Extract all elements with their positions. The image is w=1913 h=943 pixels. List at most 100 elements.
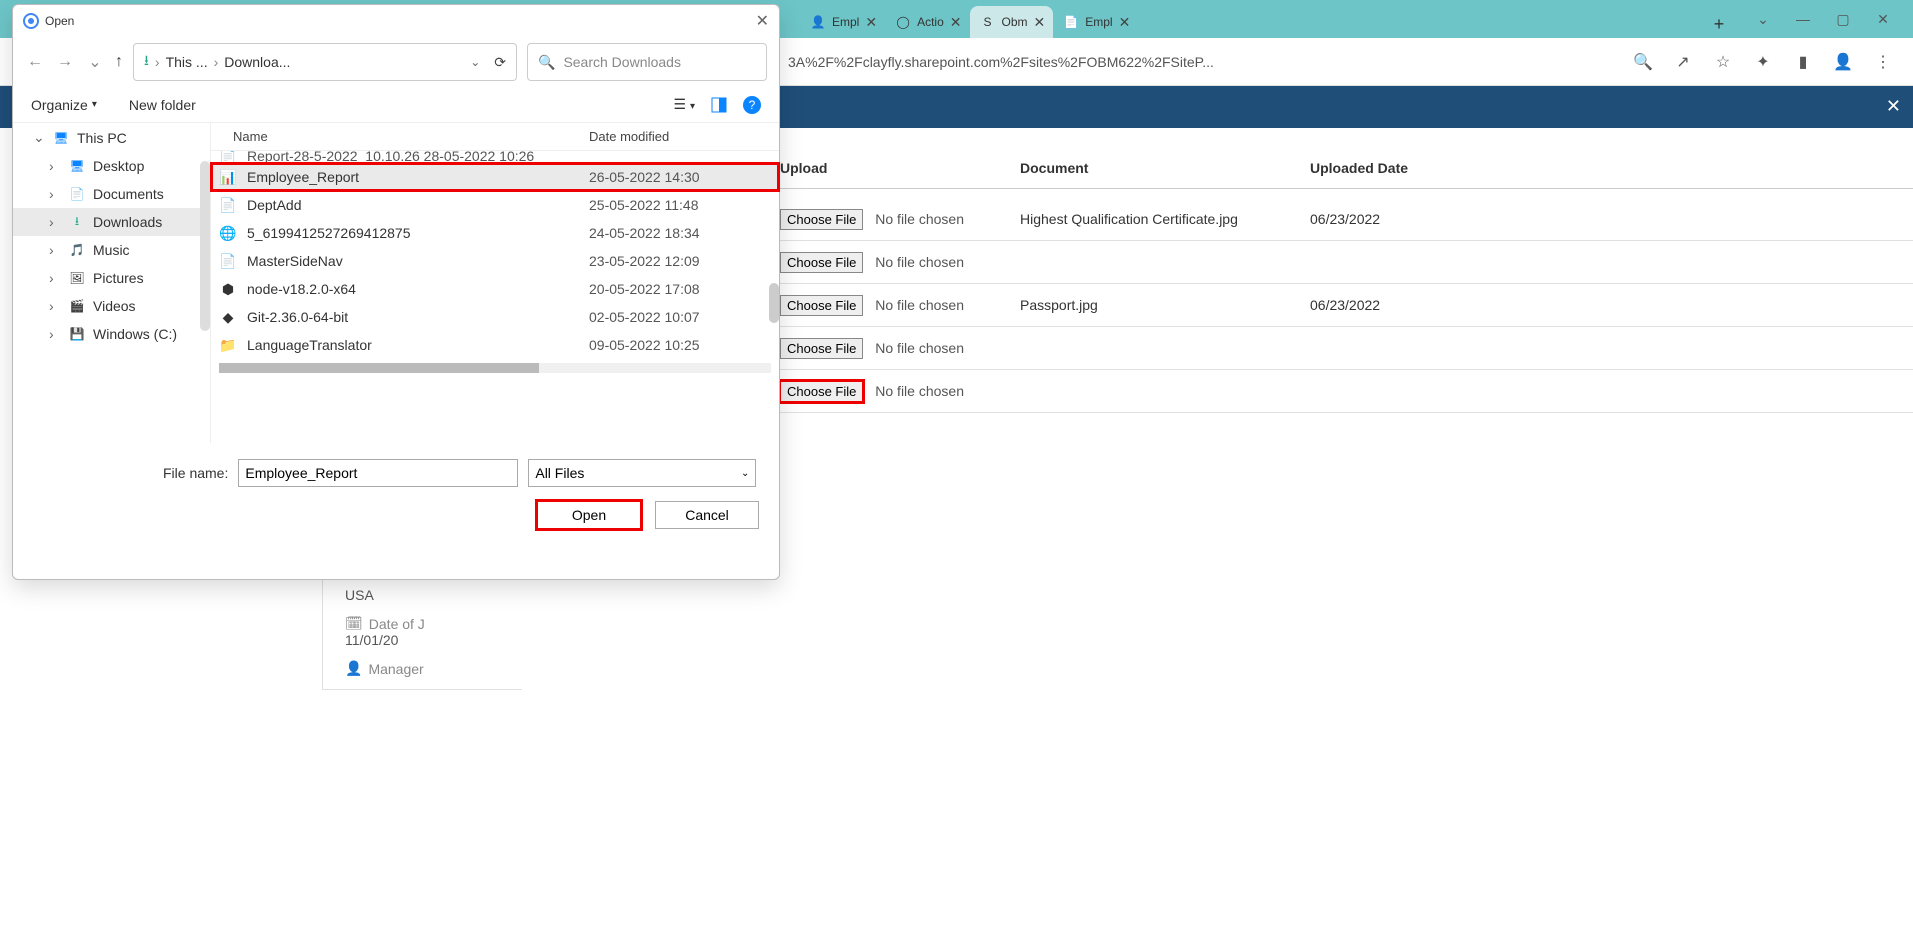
downloads-icon: ⭳ (69, 214, 85, 230)
sidebar-item-label: Pictures (93, 270, 202, 286)
horizontal-scrollbar[interactable] (219, 363, 771, 373)
document-name: Passport.jpg (1020, 297, 1310, 313)
node-icon: ⬢ (219, 280, 237, 298)
new-tab-button[interactable]: + (1705, 10, 1733, 38)
nav-forward-button[interactable]: → (55, 53, 75, 71)
menu-icon[interactable]: ⋮ (1873, 52, 1893, 72)
help-icon[interactable]: ? (743, 96, 761, 114)
search-input[interactable]: 🔍 Search Downloads (527, 43, 767, 81)
new-folder-button[interactable]: New folder (129, 97, 196, 113)
breadcrumb-dropdown-icon[interactable]: ⌄ (470, 55, 480, 69)
close-tab-icon[interactable]: ✕ (950, 14, 962, 31)
view-list-icon[interactable]: ☰ ▾ (674, 96, 695, 113)
preview-pane-icon[interactable] (711, 97, 727, 113)
tab-favicon: 👤 (810, 14, 826, 30)
sidebar-item-windowsc[interactable]: ›💾Windows (C:) (13, 320, 210, 348)
zoom-icon[interactable]: 🔍 (1633, 52, 1653, 72)
banner-close-icon[interactable]: ✕ (1886, 96, 1901, 117)
sidebar-item-music[interactable]: ›🎵Music (13, 236, 210, 264)
browser-tab[interactable]: 📄Empl✕ (1053, 6, 1138, 38)
nav-back-button[interactable]: ← (25, 53, 45, 71)
chevron-right-icon: › (214, 54, 219, 70)
choose-file-button[interactable]: Choose File (780, 209, 863, 230)
panel-icon[interactable]: ▮ (1793, 52, 1813, 72)
url-display[interactable]: 3A%2F%2Fclayfly.sharepoint.com%2Fsites%2… (788, 54, 1633, 70)
expand-icon[interactable]: › (49, 270, 61, 286)
choose-file-button[interactable]: Choose File (780, 381, 863, 402)
sidebar-scrollbar[interactable] (200, 161, 210, 331)
expand-icon[interactable]: › (49, 186, 61, 202)
maximize-button[interactable]: ▢ (1833, 11, 1853, 28)
file-row[interactable]: ◆Git-2.36.0-64-bit02-05-2022 10:07 (211, 303, 779, 331)
sidebar-item-downloads[interactable]: ›⭳Downloads (13, 208, 210, 236)
file-row[interactable]: 📄MasterSideNav23-05-2022 12:09 (211, 247, 779, 275)
column-name[interactable]: Name (233, 129, 589, 144)
dropdown-icon[interactable]: ⌄ (1753, 11, 1773, 28)
browser-tab[interactable]: ◯Actio✕ (885, 6, 969, 38)
close-tab-icon[interactable]: ✕ (865, 14, 877, 31)
chrome-icon: 🌐 (219, 224, 237, 242)
extensions-icon[interactable]: ✦ (1753, 52, 1773, 72)
sidebar-item-desktop[interactable]: ›🖥Desktop (13, 152, 210, 180)
star-icon[interactable]: ☆ (1713, 52, 1733, 72)
expand-icon[interactable]: › (49, 214, 61, 230)
file-date: 25-05-2022 11:48 (589, 197, 779, 213)
minimize-button[interactable]: — (1793, 11, 1813, 27)
file-row[interactable]: 📁LanguageTranslator09-05-2022 10:25 (211, 331, 779, 359)
header-uploaded-date: Uploaded Date (1310, 160, 1913, 176)
expand-icon[interactable]: › (49, 158, 61, 174)
close-window-button[interactable]: ✕ (1873, 11, 1893, 28)
address-icons: 🔍 ↗ ☆ ✦ ▮ 👤 ⋮ (1633, 52, 1905, 72)
column-date[interactable]: Date modified (589, 129, 779, 144)
filetype-select[interactable]: All Files ⌄ (528, 459, 756, 487)
file-row[interactable]: 📊Employee_Report26-05-2022 14:30 (211, 163, 779, 191)
organize-button[interactable]: Organize▾ (31, 97, 97, 113)
downloads-breadcrumb-icon: ⭳ (144, 50, 149, 74)
no-file-text: No file chosen (875, 254, 964, 270)
sidebar: ⌄🖥This PC›🖥Desktop›📄Documents›⭳Downloads… (13, 123, 211, 443)
vertical-scrollbar[interactable] (769, 283, 779, 323)
dialog-footer: File name: All Files ⌄ (13, 443, 779, 497)
refresh-button[interactable]: ⟳ (494, 54, 506, 71)
file-date: 02-05-2022 10:07 (589, 309, 779, 325)
file-open-dialog: Open ✕ ← → ⌄ ↑ ⭳ › This ... › Downloa...… (12, 4, 780, 580)
header-upload: Upload (780, 160, 1020, 176)
sidebar-item-pictures[interactable]: ›🖼Pictures (13, 264, 210, 292)
browser-tab[interactable]: SObm✕ (970, 6, 1054, 38)
breadcrumb-seg2[interactable]: Downloa... (224, 54, 290, 70)
nav-up-button[interactable]: ↑ (115, 53, 123, 71)
breadcrumb[interactable]: ⭳ › This ... › Downloa... ⌄ ⟳ (133, 43, 517, 81)
file-row[interactable]: ⬢node-v18.2.0-x6420-05-2022 17:08 (211, 275, 779, 303)
file-name: DeptAdd (247, 197, 589, 213)
close-tab-icon[interactable]: ✕ (1034, 14, 1046, 31)
choose-file-button[interactable]: Choose File (780, 295, 863, 316)
browser-tab[interactable]: 👤Empl✕ (800, 6, 885, 38)
cancel-button[interactable]: Cancel (655, 501, 759, 529)
expand-icon[interactable]: › (49, 242, 61, 258)
uploaded-date: 06/23/2022 (1310, 297, 1913, 313)
file-list-area: Name Date modified 📄Report-28-5-2022_10.… (211, 123, 779, 443)
sidebar-item-label: Music (93, 242, 202, 258)
breadcrumb-seg1[interactable]: This ... (166, 54, 208, 70)
file-row-partial[interactable]: 📄Report-28-5-2022_10.10.26 28-05-2022 10… (211, 151, 779, 163)
choose-file-button[interactable]: Choose File (780, 252, 863, 273)
expand-icon[interactable]: › (49, 326, 61, 342)
close-tab-icon[interactable]: ✕ (1119, 14, 1131, 31)
file-row[interactable]: 📄DeptAdd25-05-2022 11:48 (211, 191, 779, 219)
file-row[interactable]: 🌐5_619941252726941287524-05-2022 18:34 (211, 219, 779, 247)
expand-icon[interactable]: › (49, 298, 61, 314)
choose-file-button[interactable]: Choose File (780, 338, 863, 359)
sidebar-item-videos[interactable]: ›🎬Videos (13, 292, 210, 320)
profile-icon[interactable]: 👤 (1833, 52, 1853, 72)
sidebar-item-thispc[interactable]: ⌄🖥This PC (13, 123, 210, 152)
dialog-close-button[interactable]: ✕ (756, 11, 769, 31)
employee-details-partial: USA 🗓 Date of J 11/01/20 👤 Manager (322, 575, 522, 690)
sidebar-item-documents[interactable]: ›📄Documents (13, 180, 210, 208)
nav-history-dropdown[interactable]: ⌄ (85, 52, 105, 72)
open-button[interactable]: Open (537, 501, 641, 529)
share-icon[interactable]: ↗ (1673, 52, 1693, 72)
filename-input[interactable] (238, 459, 518, 487)
file-date: 23-05-2022 12:09 (589, 253, 779, 269)
expand-icon[interactable]: ⌄ (33, 129, 45, 146)
manager-label: Manager (368, 661, 423, 677)
